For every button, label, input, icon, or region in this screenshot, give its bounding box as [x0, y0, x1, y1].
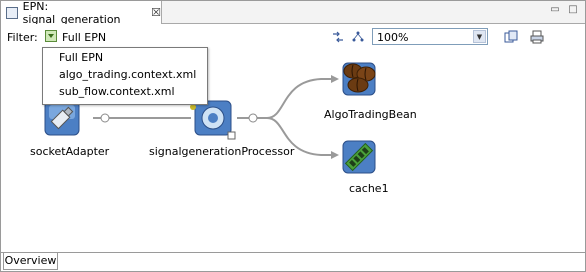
tab-overview[interactable]: Overview	[3, 253, 58, 270]
filter-menu-item-sub-flow[interactable]: sub_flow.context.xml	[59, 84, 175, 100]
close-icon[interactable]: ☒	[151, 6, 161, 19]
filter-label: Filter:	[7, 31, 38, 44]
epn-icon	[6, 6, 18, 19]
connection-dot	[248, 113, 258, 123]
minimize-icon[interactable]: ▭	[549, 4, 561, 16]
tab-epn-signal-generation[interactable]: EPN: signal_generation ☒	[1, 0, 162, 26]
divider	[1, 252, 585, 253]
zoom-value: 100%	[377, 31, 409, 44]
export-icon[interactable]	[504, 30, 518, 44]
node-label-bean: AlgoTradingBean	[324, 108, 417, 121]
maximize-icon[interactable]: □	[567, 4, 579, 16]
connection-processor-bean	[237, 78, 337, 119]
zoom-select[interactable]: 100% ▼	[372, 28, 488, 45]
arrange-icon[interactable]	[351, 30, 365, 44]
connection-dot	[100, 113, 110, 123]
chevron-down-icon[interactable]: ▼	[473, 30, 486, 43]
cache-icon[interactable]	[342, 140, 376, 174]
filter-menu-item-algo-trading[interactable]: algo_trading.context.xml	[59, 67, 196, 83]
filter-menu-item-full-epn[interactable]: Full EPN	[59, 50, 103, 66]
toolbar: Filter: Full EPN 100% ▼	[1, 24, 585, 49]
arrow-head	[331, 151, 339, 159]
arrow-head	[331, 75, 339, 83]
filter-menu: Full EPN algo_trading.context.xml sub_fl…	[42, 47, 208, 105]
editor-tab-bar: EPN: signal_generation ☒ ▭ □	[1, 0, 585, 26]
epn-editor: EPN: signal_generation ☒ ▭ □ Filter: Ful…	[0, 0, 586, 272]
node-label-socket-adapter: socketAdapter	[30, 145, 110, 158]
filter-value[interactable]: Full EPN	[62, 31, 106, 44]
layout-icon[interactable]	[331, 30, 345, 44]
socket-adapter-icon[interactable]	[44, 100, 80, 136]
filter-dropdown-icon[interactable]	[45, 30, 57, 42]
bean-icon[interactable]	[342, 62, 376, 96]
tab-title: EPN: signal_generation	[22, 0, 121, 26]
node-label-cache: cache1	[349, 182, 389, 195]
print-icon[interactable]	[530, 30, 544, 44]
node-label-processor: signalgenerationProcessor	[149, 145, 295, 158]
